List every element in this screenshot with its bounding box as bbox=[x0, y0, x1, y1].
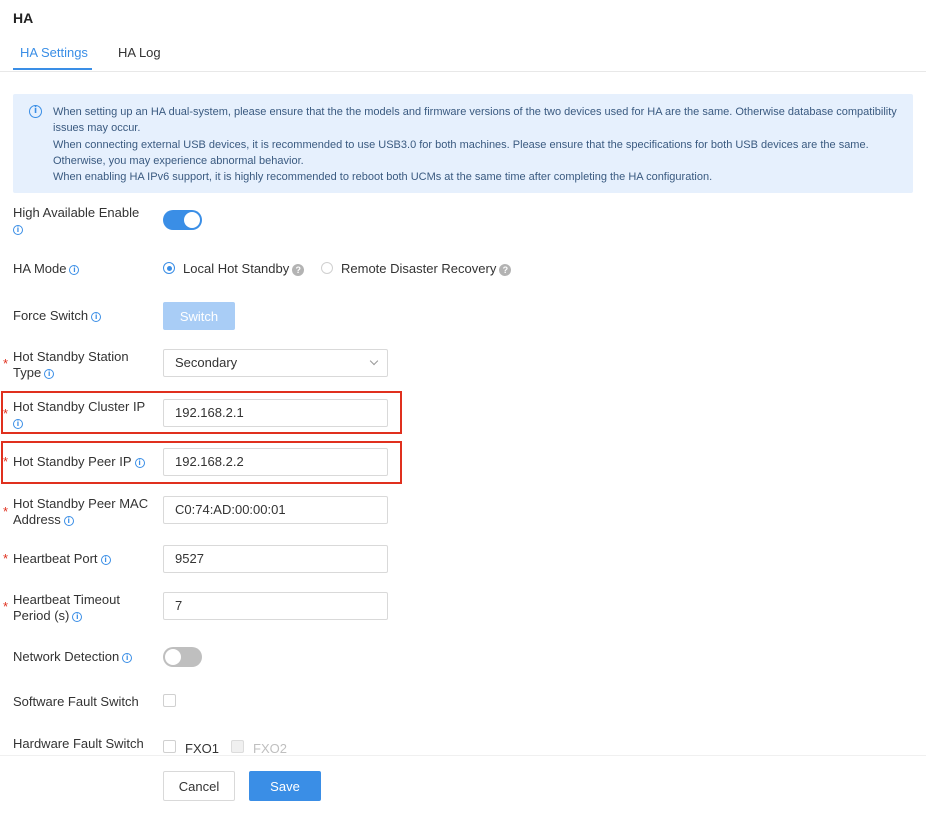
notice-line-2: When connecting external USB devices, it… bbox=[53, 138, 869, 167]
info-icon[interactable]: i bbox=[72, 611, 83, 622]
notice-banner: i When setting up an HA dual-system, ple… bbox=[13, 94, 913, 193]
field-label: Hot Standby Cluster IP i bbox=[13, 399, 146, 429]
form-footer: Cancel Save bbox=[0, 755, 926, 815]
field-label: Heartbeat Timeout Period (s) i bbox=[13, 592, 120, 623]
cancel-button[interactable]: Cancel bbox=[163, 771, 235, 801]
required-marker: * bbox=[3, 406, 9, 421]
page-title: HA bbox=[13, 10, 34, 26]
radio-remote-disaster-recovery[interactable] bbox=[321, 262, 333, 274]
tab-ha-log[interactable]: HA Log bbox=[118, 45, 161, 60]
heartbeat-port-input[interactable]: 9527 bbox=[163, 545, 388, 573]
notice-line-1: When setting up an HA dual-system, pleas… bbox=[53, 106, 897, 135]
help-icon[interactable]: ? bbox=[292, 263, 305, 276]
info-icon: i bbox=[29, 105, 42, 118]
info-icon[interactable]: i bbox=[13, 418, 23, 429]
help-icon[interactable]: ? bbox=[499, 263, 512, 276]
required-marker: * bbox=[3, 454, 9, 469]
peer-mac-input[interactable]: C0:74:AD:00:00:01 bbox=[163, 496, 388, 524]
radio-label: Local Hot Standby? bbox=[183, 261, 305, 277]
field-label: Heartbeat Port i bbox=[13, 551, 111, 567]
save-button[interactable]: Save bbox=[249, 771, 321, 801]
field-label: Hot Standby Peer MAC Address i bbox=[13, 496, 149, 527]
network-detection-toggle[interactable] bbox=[163, 647, 202, 667]
high-available-toggle[interactable] bbox=[163, 210, 202, 230]
required-marker: * bbox=[3, 551, 9, 566]
field-label: Force Switch i bbox=[13, 308, 102, 324]
info-icon[interactable]: i bbox=[69, 264, 80, 275]
fxo2-checkbox bbox=[231, 740, 244, 753]
station-type-select[interactable]: Secondary bbox=[163, 349, 388, 377]
field-label: Software Fault Switch bbox=[13, 694, 139, 709]
field-label: Hot Standby Station Type i bbox=[13, 349, 129, 380]
field-label: Hot Standby Peer IP i bbox=[13, 454, 145, 470]
info-icon[interactable]: i bbox=[134, 457, 145, 468]
chevron-down-icon bbox=[369, 356, 379, 366]
toggle-knob bbox=[184, 212, 200, 228]
info-icon[interactable]: i bbox=[91, 311, 102, 322]
required-marker: * bbox=[3, 356, 9, 371]
active-tab-indicator bbox=[13, 68, 92, 70]
tab-bar: HA Settings HA Log bbox=[0, 36, 926, 72]
required-marker: * bbox=[3, 504, 9, 519]
required-marker: * bbox=[3, 599, 9, 614]
radio-local-hot-standby[interactable] bbox=[163, 262, 175, 274]
notice-line-3: When enabling HA IPv6 support, it is hig… bbox=[53, 171, 713, 184]
toggle-knob bbox=[165, 649, 181, 665]
cluster-ip-input[interactable]: 192.168.2.1 bbox=[163, 399, 388, 427]
field-label: Network Detection i bbox=[13, 649, 133, 665]
heartbeat-timeout-input[interactable]: 7 bbox=[163, 592, 388, 620]
fxo1-checkbox[interactable] bbox=[163, 740, 176, 753]
info-icon[interactable]: i bbox=[63, 515, 74, 526]
field-label: Hardware Fault Switch bbox=[13, 736, 144, 751]
field-label: HA Mode i bbox=[13, 261, 80, 277]
software-fault-checkbox[interactable] bbox=[163, 694, 176, 707]
radio-label: Remote Disaster Recovery? bbox=[341, 261, 512, 277]
peer-ip-input[interactable]: 192.168.2.2 bbox=[163, 448, 388, 476]
info-icon[interactable]: i bbox=[122, 652, 133, 663]
info-icon[interactable]: i bbox=[100, 554, 111, 565]
info-icon[interactable]: i bbox=[13, 224, 23, 235]
tab-ha-settings[interactable]: HA Settings bbox=[20, 45, 88, 60]
info-icon[interactable]: i bbox=[44, 368, 55, 379]
field-label: High Available Enable i bbox=[13, 205, 140, 235]
force-switch-button[interactable]: Switch bbox=[163, 302, 235, 330]
